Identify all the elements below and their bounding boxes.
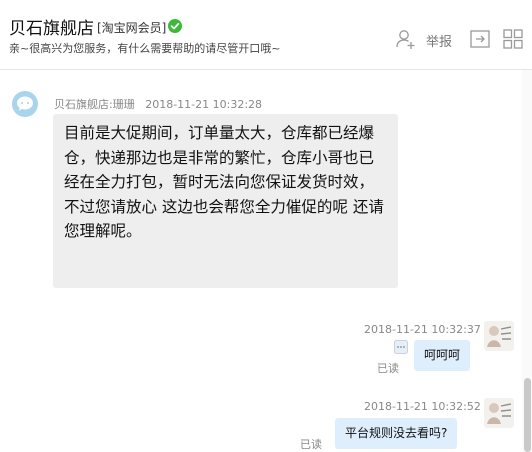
read-status: 已读 [377,362,399,375]
apps-grid-icon[interactable] [502,28,524,50]
sender-name: 贝石旗舰店:珊珊 [54,98,135,111]
sender-line: 贝石旗舰店:珊珊 2018-11-21 10:32:28 [54,96,262,112]
buyer-avatar[interactable] [484,321,514,351]
message-time: 2018-11-21 10:32:37 [364,323,481,336]
send-file-icon[interactable] [469,28,491,50]
typing-indicator-icon [394,340,408,354]
header-divider [0,69,532,70]
buyer-avatar-image [484,398,514,428]
welcome-subtitle: 亲~很高兴为您服务，有什么需要帮助的请尽管开口哦~ [9,42,281,55]
member-tag: [淘宝网会员] [97,21,167,35]
read-status: 已读 [300,438,322,451]
verified-check-icon [168,19,182,33]
incoming-message-bubble[interactable]: 目前是大促期间，订单量太大，仓库都已经爆仓，快递那边也是非常的繁忙，仓库小哥也已… [53,114,398,288]
outgoing-message-bubble[interactable]: 呵呵呵 [414,340,471,371]
add-contact-icon[interactable] [394,28,416,50]
seller-avatar[interactable] [12,91,38,117]
outgoing-message-bubble[interactable]: 平台规则没去看吗? [335,418,458,449]
report-button[interactable]: 举报 [426,31,452,50]
chat-header: 贝石旗舰店 [淘宝网会员] 亲~很高兴为您服务，有什么需要帮助的请尽管开口哦~ … [0,0,532,68]
message-time: 2018-11-21 10:32:52 [364,400,481,413]
bubble-avatar-icon [17,96,33,111]
buyer-avatar[interactable] [484,398,514,428]
shop-name[interactable]: 贝石旗舰店 [9,14,94,39]
chat-scrollbar-thumb[interactable] [524,378,531,452]
buyer-avatar-image [484,321,514,351]
message-time: 2018-11-21 10:32:28 [145,98,263,111]
